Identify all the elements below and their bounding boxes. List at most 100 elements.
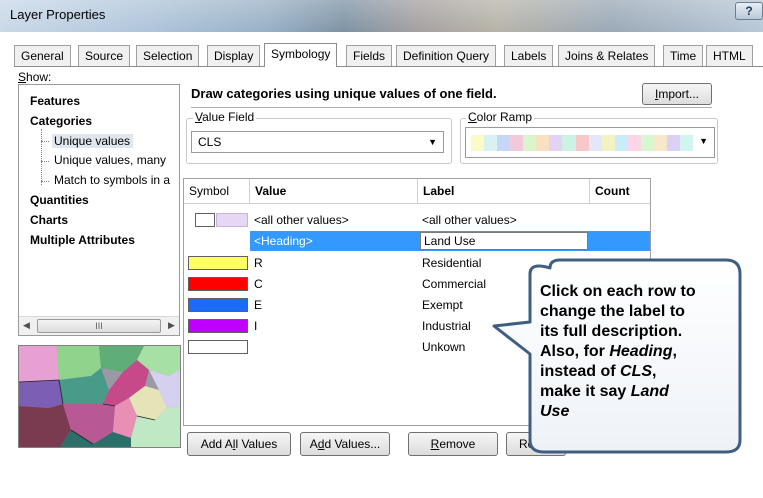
- value-cell[interactable]: C: [254, 274, 263, 294]
- chevron-down-icon[interactable]: ▼: [428, 132, 437, 152]
- tab-general[interactable]: General: [14, 45, 71, 66]
- value-cell[interactable]: <Heading>: [250, 231, 418, 251]
- header-symbol[interactable]: Symbol: [184, 179, 250, 204]
- callout-line: Also, for Heading,: [540, 343, 677, 360]
- tree-quantities[interactable]: Quantities: [30, 193, 89, 207]
- callout-line: change the label to: [540, 303, 685, 320]
- callout-line: Use: [540, 403, 570, 420]
- ramp-color-step: [601, 135, 615, 151]
- chevron-down-icon[interactable]: ▼: [699, 136, 708, 146]
- callout-line: make it say Land: [540, 383, 669, 400]
- label-edit-field[interactable]: Land Use: [420, 232, 588, 250]
- tab-selection[interactable]: Selection: [136, 45, 200, 66]
- ramp-color-step: [510, 135, 524, 151]
- ramp-color-step: [666, 135, 680, 151]
- ramp-color-step: [549, 135, 563, 151]
- add-all-values-button[interactable]: Add All Values: [187, 432, 291, 456]
- symbology-description: Draw categories using unique values of o…: [191, 86, 497, 101]
- tree-connector: [41, 129, 42, 185]
- tab-time[interactable]: Time: [663, 45, 704, 66]
- scroll-right-icon[interactable]: ▶: [168, 320, 175, 331]
- table-row[interactable]: <all other values> <all other values>: [184, 210, 650, 230]
- symbol-swatch[interactable]: [188, 319, 248, 333]
- tree-unique-values[interactable]: Unique values: [52, 134, 134, 148]
- ramp-color-step: [614, 135, 628, 151]
- tree-charts[interactable]: Charts: [30, 213, 68, 227]
- table-row-heading[interactable]: <Heading> Land Use: [184, 231, 650, 251]
- value-cell[interactable]: E: [254, 295, 262, 315]
- show-tree[interactable]: Features Categories Unique values Unique…: [18, 84, 180, 336]
- label-cell[interactable]: <all other values>: [422, 210, 517, 230]
- label-cell[interactable]: Unkown: [422, 337, 465, 357]
- value-field-dropdown[interactable]: CLS ▼: [191, 131, 444, 153]
- label-cell[interactable]: Exempt: [422, 295, 463, 315]
- color-ramp-swatch: [471, 135, 694, 151]
- ramp-color-step: [497, 135, 511, 151]
- ramp-color-step: [680, 135, 694, 151]
- tab-fields[interactable]: Fields: [346, 45, 393, 66]
- symbol-swatch[interactable]: [188, 298, 248, 312]
- tree-connector: [41, 141, 49, 142]
- tab-html[interactable]: HTML: [706, 45, 753, 66]
- header-count[interactable]: Count: [590, 179, 650, 204]
- header-label[interactable]: Label: [418, 179, 590, 204]
- ramp-color-step: [588, 135, 602, 151]
- tree-connector: [41, 161, 49, 162]
- remove-button[interactable]: Remove: [408, 432, 498, 456]
- tree-multiple-attributes[interactable]: Multiple Attributes: [30, 233, 135, 247]
- callout-line: its full description.: [540, 323, 683, 340]
- label-cell[interactable]: Residential: [422, 253, 481, 273]
- value-field-legend: Value Field: [193, 110, 257, 124]
- ramp-color-step: [523, 135, 537, 151]
- symbol-swatch[interactable]: [188, 340, 248, 354]
- header-value[interactable]: Value: [250, 179, 418, 204]
- symbol-swatch[interactable]: [216, 213, 248, 227]
- description-divider: [191, 107, 712, 108]
- ramp-color-step: [562, 135, 576, 151]
- import-button[interactable]: Import...: [642, 83, 712, 105]
- value-cell[interactable]: R: [254, 253, 263, 273]
- title-bar-shade: [0, 0, 763, 32]
- callout-line: instead of CLS,: [540, 363, 657, 380]
- count-cell: [590, 231, 650, 251]
- label-cell[interactable]: Industrial: [422, 316, 471, 336]
- value-field-value: CLS: [198, 135, 222, 149]
- symbol-swatch[interactable]: [188, 256, 248, 270]
- value-cell[interactable]: <all other values>: [254, 210, 349, 230]
- symbol-swatch[interactable]: [188, 277, 248, 291]
- tab-source[interactable]: Source: [78, 45, 131, 66]
- ramp-color-step: [627, 135, 641, 151]
- color-ramp-legend: Color Ramp: [466, 110, 535, 124]
- tab-joins-relates[interactable]: Joins & Relates: [558, 45, 656, 66]
- tab-strip: General Source Selection Display Symbolo…: [14, 43, 763, 67]
- scroll-left-icon[interactable]: ◀: [23, 320, 30, 331]
- tree-horizontal-scrollbar[interactable]: ◀ III ▶: [19, 316, 179, 335]
- ramp-color-step: [471, 135, 485, 151]
- add-values-button[interactable]: Add Values...: [300, 432, 390, 456]
- symbol-swatch[interactable]: [195, 213, 215, 227]
- scroll-thumb[interactable]: III: [37, 319, 161, 333]
- tree-categories[interactable]: Categories: [30, 114, 92, 128]
- map-preview-image: [18, 345, 181, 448]
- help-button[interactable]: ?: [735, 2, 763, 20]
- tree-match-to-symbols[interactable]: Match to symbols in a: [54, 173, 170, 187]
- callout-line: Click on each row to: [540, 283, 696, 300]
- value-cell[interactable]: I: [254, 316, 257, 336]
- tab-display[interactable]: Display: [207, 45, 261, 66]
- tab-definition-query[interactable]: Definition Query: [396, 45, 497, 66]
- label-cell[interactable]: Commercial: [422, 274, 486, 294]
- tree-features[interactable]: Features: [30, 94, 80, 108]
- ramp-color-step: [640, 135, 654, 151]
- tree-connector: [41, 181, 49, 182]
- tab-labels[interactable]: Labels: [504, 45, 554, 66]
- window-title: Layer Properties: [10, 7, 106, 22]
- ramp-color-step: [575, 135, 589, 151]
- ramp-color-step: [653, 135, 667, 151]
- show-label: Show:: [18, 70, 52, 84]
- tree-unique-values-many[interactable]: Unique values, many: [54, 153, 166, 167]
- callout-text: Click on each row to change the label to…: [540, 282, 740, 422]
- color-ramp-dropdown[interactable]: ▼: [465, 127, 715, 158]
- tab-divider: [14, 66, 763, 67]
- ramp-color-step: [484, 135, 498, 151]
- tab-symbology[interactable]: Symbology: [264, 43, 338, 67]
